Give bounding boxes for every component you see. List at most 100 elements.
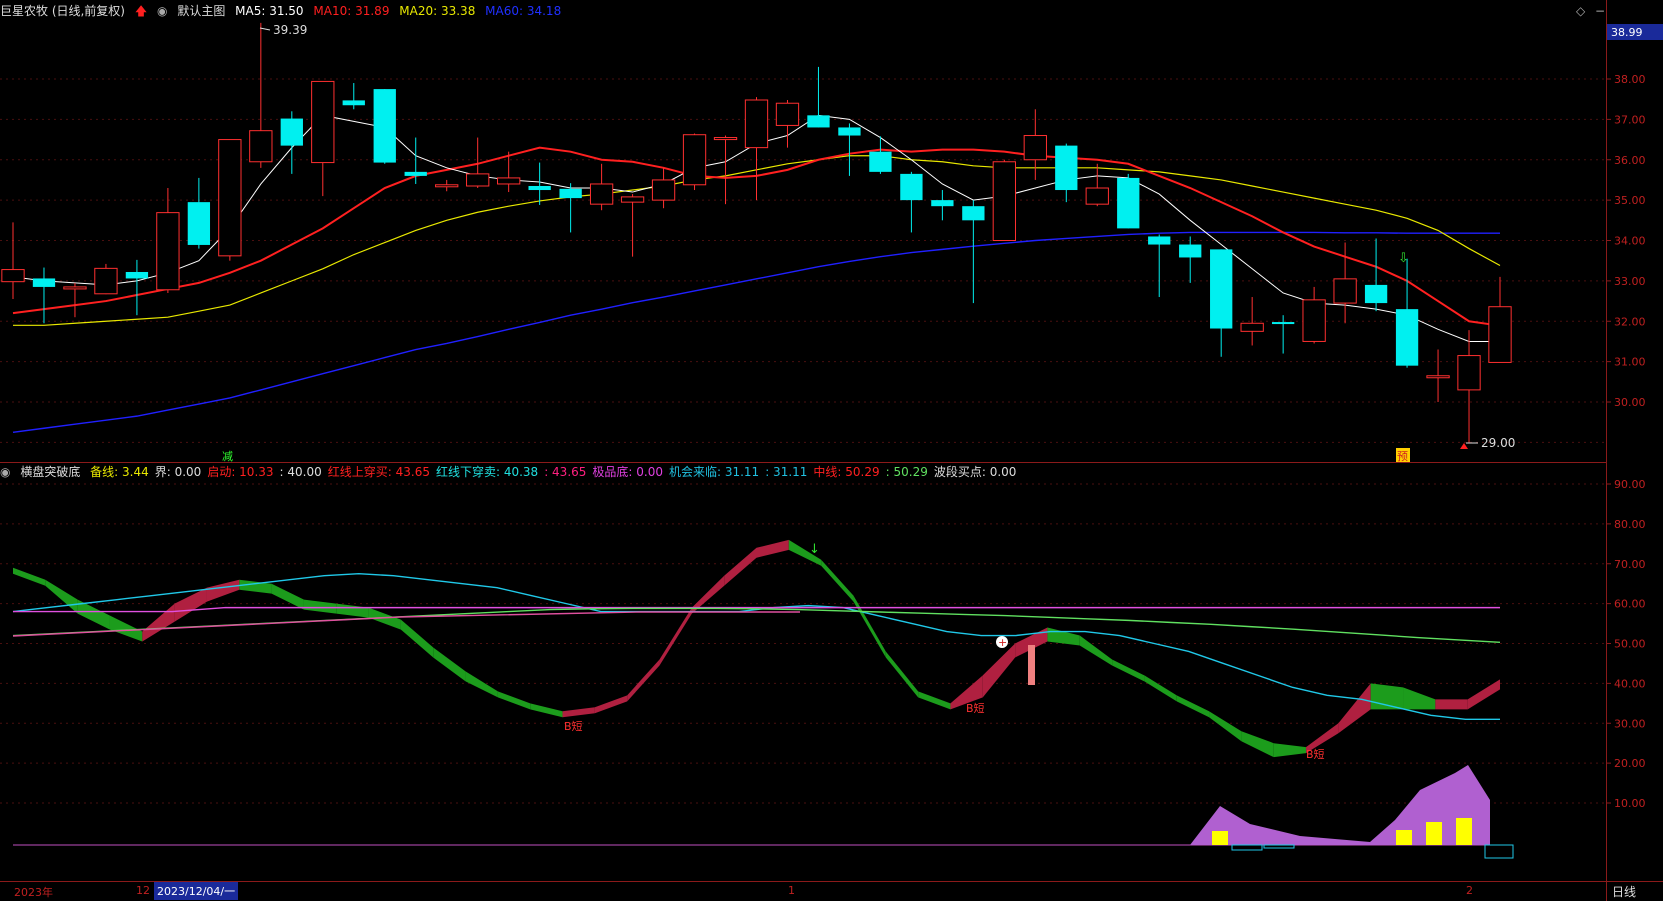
candle-body-down[interactable] xyxy=(1055,145,1078,191)
b-short-label: B短 xyxy=(966,701,985,715)
indicator-band xyxy=(821,559,854,602)
arrow-down-icon: ↓ xyxy=(809,542,820,557)
candle-body-up[interactable] xyxy=(744,99,769,149)
indicator-band xyxy=(400,619,434,658)
candle-body-down[interactable] xyxy=(528,185,551,191)
candle-body-up[interactable] xyxy=(775,102,800,126)
indicator-band xyxy=(562,707,595,718)
candle-body-down[interactable] xyxy=(404,171,427,176)
candle-body-down[interactable] xyxy=(1271,322,1295,325)
candle-body-down[interactable] xyxy=(807,115,830,128)
low-marker-icon xyxy=(1460,443,1468,449)
candle-body-down[interactable] xyxy=(838,127,861,136)
time-label-feb: 2 xyxy=(1466,884,1473,897)
indicator-tick-label: 70.00 xyxy=(1614,558,1646,571)
time-label-jan: 1 xyxy=(788,884,795,897)
indicator-tick-label: 90.00 xyxy=(1614,478,1646,491)
candle-body-down[interactable] xyxy=(1395,309,1419,366)
candle-body-up[interactable] xyxy=(1240,322,1264,332)
time-cursor-date: 2023/12/04/一 xyxy=(154,882,239,900)
indicator-band xyxy=(627,659,660,702)
indicator-band xyxy=(982,643,1016,698)
candle-body-up[interactable] xyxy=(466,173,490,187)
indicator-band xyxy=(433,647,466,682)
candle-body-down[interactable] xyxy=(373,89,396,163)
indicator-band xyxy=(659,607,692,666)
b-short-label: B短 xyxy=(1306,747,1325,761)
high-price-label: 39.39 xyxy=(273,23,307,37)
candle-body-down[interactable] xyxy=(1148,236,1171,245)
price-tick-label: 35.00 xyxy=(1614,194,1646,207)
candle-body-down[interactable] xyxy=(900,173,923,201)
candle-body-up[interactable] xyxy=(589,183,614,205)
candle-body-up[interactable] xyxy=(1,269,25,283)
b-short-label: B短 xyxy=(564,719,583,733)
indicator-band xyxy=(1209,711,1242,742)
indicator-band xyxy=(303,599,337,614)
indicator-band xyxy=(594,695,628,714)
candle-body-down[interactable] xyxy=(280,118,303,146)
candle-body-down[interactable] xyxy=(559,188,582,199)
candle-body-down[interactable] xyxy=(342,100,365,106)
indicator-band xyxy=(142,603,175,642)
indicator-cyan-line xyxy=(12,573,1500,720)
candle-body-up[interactable] xyxy=(218,139,242,257)
candle-body-up[interactable] xyxy=(497,177,521,185)
indicator-band xyxy=(497,691,531,710)
chart-canvas[interactable]: + 38.00 37.00 36.00 35.00 34.00 33.00 32.00 31.… xyxy=(0,0,1663,901)
period-label[interactable]: 日线 xyxy=(1612,883,1636,900)
price-tick-label: 37.00 xyxy=(1614,113,1646,126)
price-tick-label: 32.00 xyxy=(1614,315,1646,328)
candle-body-down[interactable] xyxy=(962,206,985,221)
candle-body-down[interactable] xyxy=(1210,249,1233,329)
candle-body-up[interactable] xyxy=(992,161,1016,241)
mark-jian: 减 xyxy=(222,450,233,463)
histogram-hill xyxy=(1190,765,1490,845)
candle-body-up[interactable] xyxy=(1085,187,1109,205)
candle-body-up[interactable] xyxy=(1302,299,1326,342)
signal-bar xyxy=(1028,645,1035,685)
indicator-tick-label: 30.00 xyxy=(1614,717,1646,730)
indicator-tick-label: 20.00 xyxy=(1614,757,1646,770)
candle-body-up[interactable] xyxy=(311,80,335,164)
indicator-tick-label: 10.00 xyxy=(1614,797,1646,810)
candle-body-up[interactable] xyxy=(63,286,87,290)
candle-body-down[interactable] xyxy=(187,202,211,245)
price-tick-label: 38.00 xyxy=(1614,73,1646,86)
low-price-label: 29.00 xyxy=(1481,436,1515,450)
candle-body-up[interactable] xyxy=(1426,375,1450,379)
indicator-band xyxy=(465,671,498,698)
histogram-outline-box xyxy=(1231,844,1263,851)
candle-body-up[interactable] xyxy=(94,267,118,295)
candle-body-up[interactable] xyxy=(249,130,273,163)
candle-body-down[interactable] xyxy=(869,151,892,172)
candle-body-up[interactable] xyxy=(713,137,738,141)
indicator-band xyxy=(271,583,304,610)
candle-body-down[interactable] xyxy=(931,200,954,207)
histogram-bar xyxy=(1212,831,1228,845)
price-tick-label: 36.00 xyxy=(1614,154,1646,167)
histogram-bar xyxy=(1456,818,1472,845)
indicator-band xyxy=(1112,659,1145,682)
price-tick-label: 33.00 xyxy=(1614,275,1646,288)
candle-body-down[interactable] xyxy=(1364,284,1388,304)
indicator-band xyxy=(1467,679,1500,710)
candle-body-down[interactable] xyxy=(1117,177,1140,229)
price-tick-label: 31.00 xyxy=(1614,356,1646,369)
candle-body-up[interactable] xyxy=(651,179,676,201)
price-tick-label: 34.00 xyxy=(1614,235,1646,248)
indicator-band xyxy=(853,595,886,658)
candle-body-down[interactable] xyxy=(125,271,149,279)
time-axis[interactable]: 2023年 12 2023/12/04/一 1 2 xyxy=(0,881,1606,901)
candle-body-down[interactable] xyxy=(1179,244,1202,258)
candle-body-up[interactable] xyxy=(156,212,180,291)
candle-body-up[interactable] xyxy=(1457,355,1481,391)
candle-body-down[interactable] xyxy=(32,278,56,287)
candle-body-up[interactable] xyxy=(1333,278,1357,304)
indicator-band xyxy=(1403,687,1436,710)
candle-body-up[interactable] xyxy=(1488,306,1512,363)
candle-body-up[interactable] xyxy=(682,134,707,186)
candle-body-up[interactable] xyxy=(1023,135,1047,161)
candle-body-up[interactable] xyxy=(620,196,645,203)
candle-body-up[interactable] xyxy=(435,184,459,188)
